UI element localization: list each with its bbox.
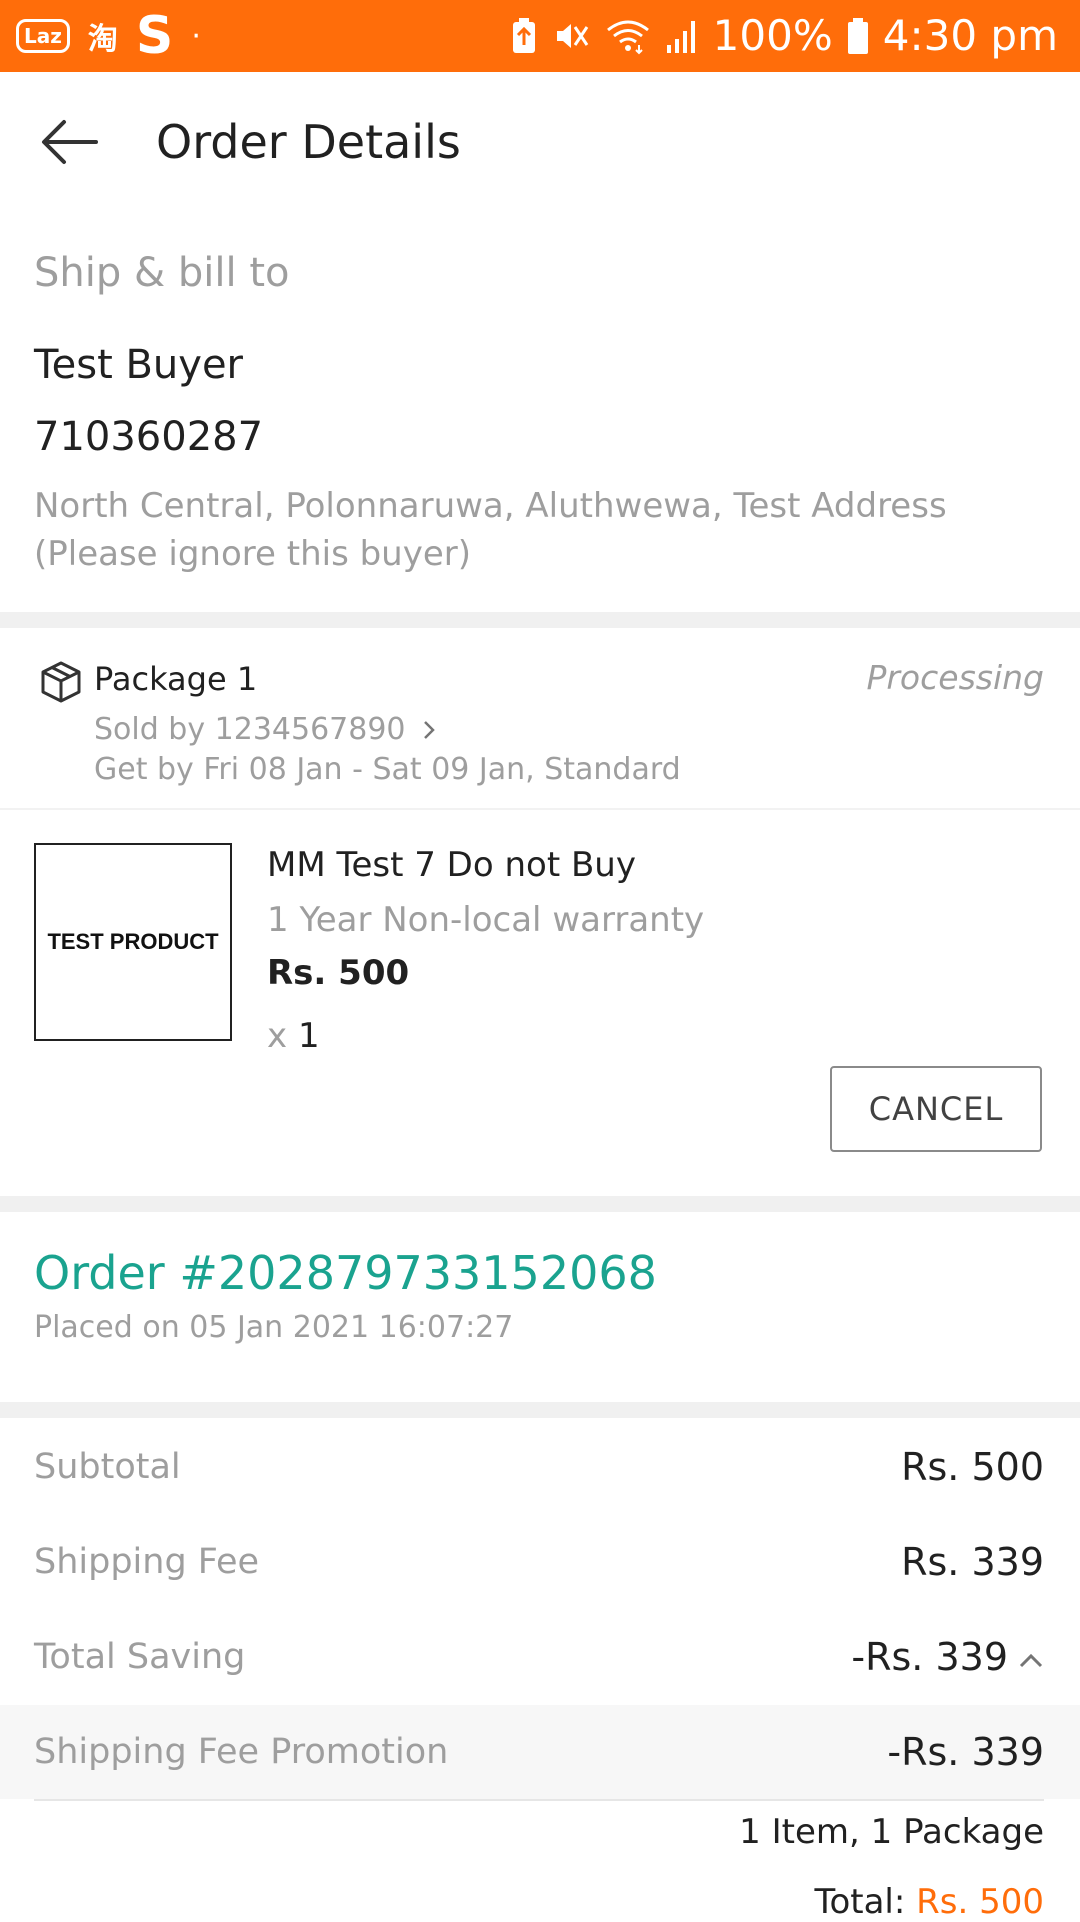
- shipping-fee-row: Shipping Fee Rs. 339: [0, 1515, 1080, 1609]
- quantity-value: 1: [297, 1016, 320, 1056]
- cancel-button[interactable]: CANCEL: [830, 1066, 1042, 1152]
- chevron-up-icon[interactable]: [1018, 1651, 1044, 1669]
- app-header: Order Details: [0, 72, 1080, 212]
- total-saving-value: -Rs. 339: [851, 1635, 1008, 1679]
- back-arrow-icon: [42, 120, 98, 164]
- product-variant: 1 Year Non-local warranty: [267, 900, 705, 940]
- chevron-right-icon: [424, 721, 435, 739]
- taobao-notification-icon: 淘: [87, 22, 118, 57]
- clock: 4:30 pm: [882, 11, 1058, 60]
- s-app-notification-icon: S: [135, 6, 174, 66]
- ship-bill-label: Ship & bill to: [34, 250, 290, 296]
- section-divider: [0, 612, 1080, 628]
- seller-link[interactable]: Sold by 1234567890: [94, 712, 437, 747]
- total-saving-row[interactable]: Total Saving -Rs. 339: [0, 1610, 1080, 1704]
- section-divider: [0, 1196, 1080, 1212]
- items-package-count: 1 Item, 1 Package: [739, 1812, 1044, 1852]
- total-label: Total:: [814, 1882, 906, 1922]
- buyer-phone: 710360287: [34, 414, 264, 460]
- seller-label: Sold by 1234567890: [94, 712, 406, 747]
- delivery-estimate: Get by Fri 08 Jan - Sat 09 Jan, Standard: [94, 752, 681, 787]
- order-number: Order #202879733152068: [34, 1246, 657, 1300]
- product-image[interactable]: TEST PRODUCT: [34, 843, 232, 1041]
- total-saving-value-group: -Rs. 339: [851, 1610, 1044, 1704]
- product-name[interactable]: MM Test 7 Do not Buy: [267, 845, 636, 885]
- status-bar-app-icons: Laz 淘 S ·: [16, 0, 201, 72]
- back-button[interactable]: [34, 112, 106, 172]
- shipping-promotion-row: Shipping Fee Promotion -Rs. 339: [0, 1705, 1080, 1799]
- package-icon: [41, 661, 81, 703]
- package-divider: [0, 808, 1080, 810]
- wifi-icon: [606, 20, 649, 55]
- product-quantity: x 1: [267, 1016, 320, 1056]
- package-title: Package 1: [94, 660, 258, 698]
- battery-saver-icon: [512, 18, 535, 53]
- order-total: Total: Rs. 500: [814, 1882, 1044, 1922]
- lazada-notification-icon: Laz: [16, 19, 70, 53]
- buyer-name: Test Buyer: [34, 342, 244, 388]
- total-saving-label: Total Saving: [34, 1637, 246, 1677]
- more-notifications-dot: ·: [191, 18, 201, 54]
- section-divider: [0, 1402, 1080, 1418]
- shipping-promotion-label: Shipping Fee Promotion: [34, 1732, 449, 1772]
- subtotal-value: Rs. 500: [901, 1445, 1044, 1489]
- shipping-promotion-value: -Rs. 339: [887, 1730, 1044, 1774]
- product-image-label: TEST PRODUCT: [47, 929, 219, 954]
- subtotal-label: Subtotal: [34, 1447, 181, 1487]
- shipping-fee-value: Rs. 339: [901, 1540, 1044, 1584]
- order-placed-date: Placed on 05 Jan 2021 16:07:27: [34, 1310, 514, 1345]
- buyer-address: North Central, Polonnaruwa, Aluthwewa, T…: [34, 486, 947, 574]
- signal-icon: [666, 21, 695, 53]
- product-price: Rs. 500: [267, 953, 410, 993]
- total-amount: Rs. 500: [916, 1882, 1044, 1922]
- status-bar-system-icons: 100% 4:30 pm: [511, 0, 1058, 72]
- summary-divider: [34, 1799, 1044, 1801]
- battery-icon: [847, 18, 868, 54]
- battery-percent: 100%: [712, 11, 833, 60]
- quantity-prefix: x: [267, 1016, 288, 1056]
- page-title: Order Details: [156, 115, 461, 169]
- package-status: Processing: [866, 658, 1044, 697]
- subtotal-row: Subtotal Rs. 500: [0, 1420, 1080, 1514]
- vibrate-off-icon: [556, 24, 588, 48]
- status-bar: Laz 淘 S · 100% 4:30 pm: [0, 0, 1080, 72]
- shipping-fee-label: Shipping Fee: [34, 1542, 260, 1582]
